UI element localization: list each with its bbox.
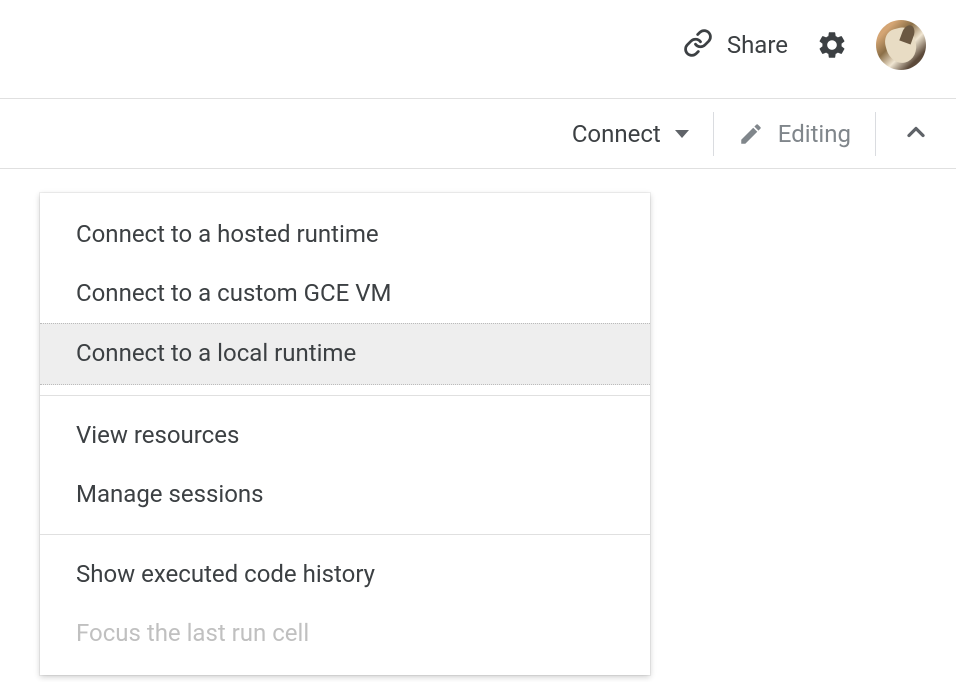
editing-label: Editing [778,120,851,148]
menu-separator [40,395,650,396]
chevron-up-icon [902,118,930,146]
connect-dropdown-menu: Connect to a hosted runtime Connect to a… [40,193,650,675]
menu-item-custom-gce-vm[interactable]: Connect to a custom GCE VM [40,264,650,323]
collapse-button[interactable] [876,118,956,150]
connect-button[interactable]: Connect [548,112,713,156]
menu-item-view-resources[interactable]: View resources [40,406,650,465]
menu-item-code-history[interactable]: Show executed code history [40,545,650,604]
share-label: Share [727,31,788,59]
menu-item-focus-last-cell: Focus the last run cell [40,604,650,663]
menu-item-hosted-runtime[interactable]: Connect to a hosted runtime [40,205,650,264]
user-avatar[interactable] [876,20,926,70]
toolbar: Connect Editing [0,99,956,169]
connect-label: Connect [572,120,661,148]
link-icon [683,28,713,62]
pencil-icon [738,121,764,147]
settings-button[interactable] [816,29,848,61]
menu-separator [40,534,650,535]
header-bar: Share [0,0,956,98]
editing-mode-button[interactable]: Editing [714,112,875,156]
share-button[interactable]: Share [683,28,788,62]
dropdown-triangle-icon [675,130,689,138]
menu-item-manage-sessions[interactable]: Manage sessions [40,465,650,524]
menu-item-local-runtime[interactable]: Connect to a local runtime [40,323,650,384]
